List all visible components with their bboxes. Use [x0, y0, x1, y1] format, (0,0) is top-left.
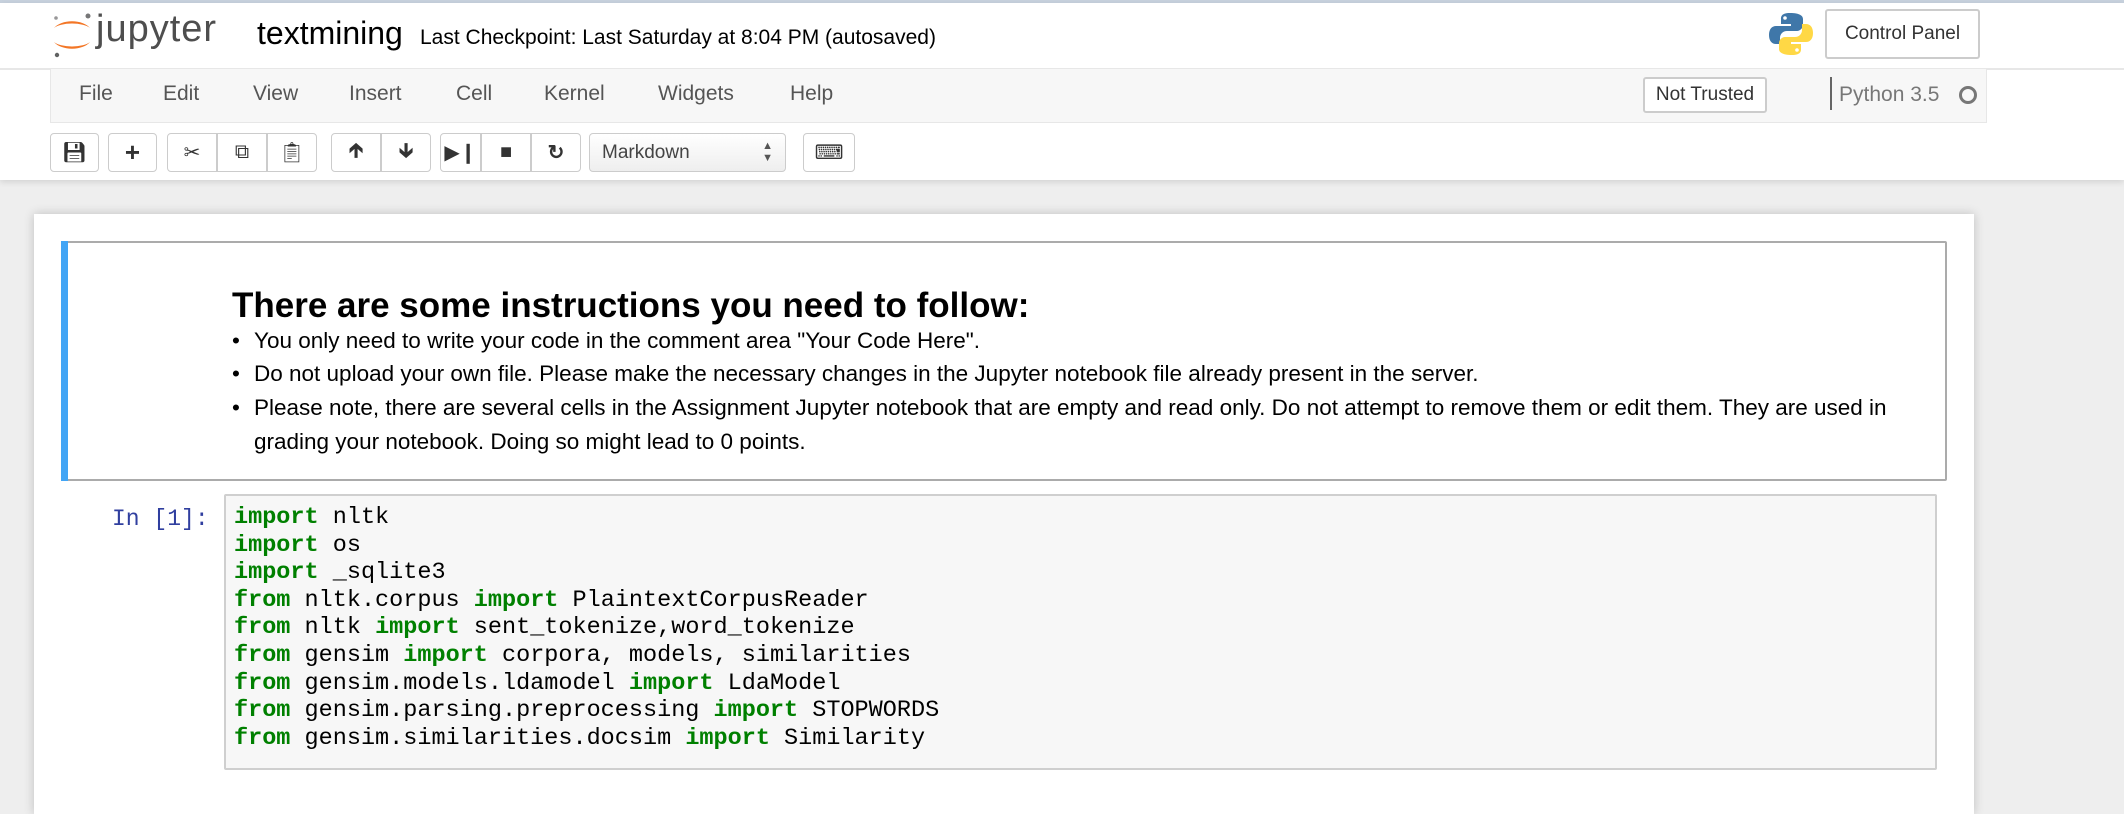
keyboard-icon: ⌨ — [814, 142, 844, 164]
list-item: • You only need to write your code in the… — [232, 324, 1922, 358]
code-line: from gensim.parsing.preprocessing import… — [234, 697, 939, 725]
checkpoint-status: Last Checkpoint: Last Saturday at 8:04 P… — [420, 26, 936, 49]
insert-cell-button[interactable]: + — [108, 133, 157, 172]
notebook-title[interactable]: textmining — [257, 15, 403, 52]
arrow-up-icon: 🡱 — [348, 139, 364, 162]
code-text: corpora, models, similarities — [502, 641, 911, 669]
code-line: import nltk — [234, 504, 939, 532]
paste-icon: 📋︎ — [279, 142, 305, 164]
kernel-name[interactable]: Python 3.5 — [1839, 83, 1939, 107]
control-panel-button[interactable]: Control Panel — [1825, 9, 1980, 59]
code-keyword: import — [403, 641, 488, 669]
code-text: gensim — [304, 641, 390, 669]
code-line: from nltk import sent_tokenize,word_toke… — [234, 614, 939, 642]
menu-insert[interactable]: Insert — [349, 82, 402, 106]
menu-cell[interactable]: Cell — [456, 82, 492, 106]
code-text: gensim.models.ldamodel — [304, 669, 615, 697]
menu-file[interactable]: File — [79, 82, 113, 106]
input-prompt: In [1]: — [112, 506, 209, 532]
code-keyword: import — [713, 697, 799, 725]
copy-icon: ⧉ — [234, 141, 250, 163]
code-line: from gensim.similarities.docsim import S… — [234, 725, 939, 753]
cut-button[interactable]: ✂ — [167, 133, 217, 172]
code-line: import _sqlite3 — [234, 559, 939, 587]
code-keyword: import — [234, 559, 319, 587]
menu-help[interactable]: Help — [790, 82, 833, 106]
list-item-text: Please note, there are several cells in … — [254, 395, 1887, 454]
kernel-divider — [1830, 77, 1832, 110]
save-icon: 💾︎ — [61, 142, 88, 164]
code-keyword: from — [234, 669, 291, 697]
code-keyword: import — [234, 504, 319, 531]
cell-type-value: Markdown — [602, 141, 690, 163]
code-text: os — [332, 531, 361, 559]
save-button[interactable]: 💾︎ — [50, 133, 99, 172]
code-text: Similarity — [784, 724, 926, 752]
python-logo-icon — [1769, 13, 1813, 55]
code-text: STOPWORDS — [812, 697, 940, 725]
plus-icon: + — [124, 137, 141, 167]
code-keyword: from — [234, 586, 291, 614]
select-arrows-icon: ▲ ▼ — [762, 140, 773, 164]
kernel-idle-indicator-icon — [1959, 86, 1977, 104]
stop-button[interactable]: ■ — [481, 133, 531, 172]
code-keyword: from — [234, 641, 291, 669]
code-line: from nltk.corpus import PlaintextCorpusR… — [234, 587, 939, 615]
code-keyword: from — [234, 697, 291, 725]
code-line: from gensim.models.ldamodel import LdaMo… — [234, 670, 939, 698]
menu-edit[interactable]: Edit — [163, 82, 199, 106]
cut-icon: ✂ — [183, 142, 201, 164]
list-item-text: You only need to write your code in the … — [254, 328, 980, 353]
menu-widgets[interactable]: Widgets — [658, 82, 734, 106]
code-text: nltk.corpus — [304, 586, 460, 614]
list-item: • Do not upload your own file. Please mak… — [232, 357, 1922, 391]
code-text: nltk — [332, 504, 390, 531]
stop-icon: ■ — [499, 141, 513, 163]
not-trusted-button[interactable]: Not Trusted — [1643, 77, 1767, 113]
list-item: • Please note, there are several cells in… — [232, 391, 1922, 459]
code-text: gensim.similarities.docsim — [304, 724, 672, 752]
copy-button[interactable]: ⧉ — [217, 133, 267, 172]
code-keyword: import — [234, 531, 319, 559]
code-editor[interactable]: import nltk import os import _sqlite3 from … — [234, 504, 939, 752]
arrow-down-icon: 🡳 — [398, 139, 414, 162]
run-button[interactable]: ▶❙ — [440, 133, 481, 172]
menu-kernel[interactable]: Kernel — [544, 82, 605, 106]
move-down-button[interactable]: 🡳 — [381, 133, 431, 172]
code-text: PlaintextCorpusReader — [572, 586, 869, 614]
paste-button[interactable]: 📋︎ — [267, 133, 317, 172]
restart-icon: ↻ — [547, 142, 565, 164]
list-item-text: Do not upload your own file. Please make… — [254, 361, 1479, 386]
code-keyword: import — [375, 614, 460, 642]
markdown-heading: There are some instructions you need to … — [232, 286, 1030, 325]
run-icon: ▶❙ — [444, 142, 477, 164]
code-keyword: from — [234, 614, 291, 642]
code-text: nltk — [304, 614, 361, 642]
code-keyword: import — [685, 724, 770, 752]
menubar: File Edit View Insert Cell Kernel Widget… — [50, 69, 1987, 123]
code-text: gensim.parsing.preprocessing — [304, 697, 700, 725]
move-up-button[interactable]: 🡱 — [331, 133, 381, 172]
command-palette-button[interactable]: ⌨ — [803, 133, 855, 172]
code-text: _sqlite3 — [332, 559, 446, 587]
code-keyword: import — [473, 586, 559, 614]
jupyter-logo-text: jupyter — [96, 8, 218, 50]
code-text: LdaModel — [727, 669, 841, 697]
restart-button[interactable]: ↻ — [531, 133, 581, 172]
menu-view[interactable]: View — [253, 82, 298, 106]
code-keyword: import — [628, 669, 714, 697]
code-line: import os — [234, 532, 939, 560]
code-keyword: from — [234, 724, 291, 752]
code-text: sent_tokenize,word_tokenize — [473, 614, 855, 642]
cell-type-select[interactable]: Markdown ▲ ▼ — [589, 133, 786, 172]
code-line: from gensim import corpora, models, simi… — [234, 642, 939, 670]
selected-cell-indicator — [61, 241, 68, 481]
